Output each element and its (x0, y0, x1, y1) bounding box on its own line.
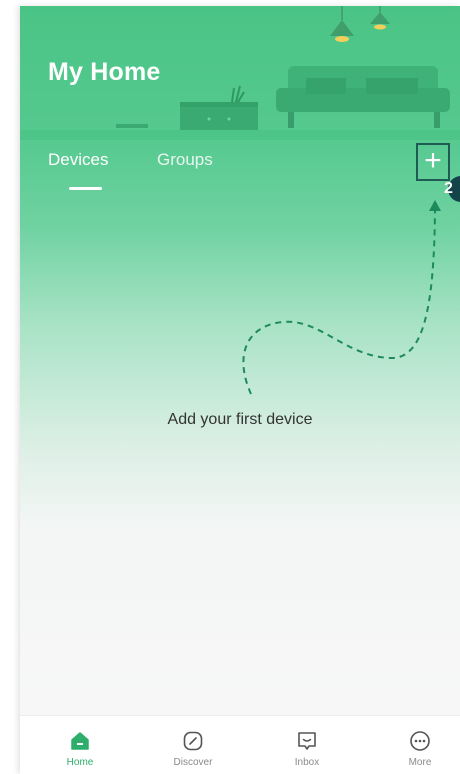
nav-inbox[interactable]: Inbox (267, 720, 347, 768)
compass-icon (183, 731, 203, 751)
app-screen: My Home Devices Groups + 2 Add your firs… (20, 6, 460, 774)
inbox-icon (298, 732, 316, 750)
home-icon (71, 732, 89, 750)
nav-home-label: Home (66, 757, 94, 768)
empty-state-message: Add your first device (167, 411, 313, 428)
nav-more-label: More (408, 757, 432, 768)
nav-home[interactable]: Home (40, 720, 120, 768)
dashed-arrow-guide (242, 200, 441, 395)
nav-more[interactable]: More (380, 720, 460, 768)
nav-discover-label: Discover (173, 757, 213, 768)
nav-inbox-label: Inbox (294, 757, 320, 768)
more-icon (410, 731, 430, 751)
bottom-navigation: Home Discover Inbox More (20, 715, 460, 774)
nav-discover[interactable]: Discover (153, 720, 233, 768)
